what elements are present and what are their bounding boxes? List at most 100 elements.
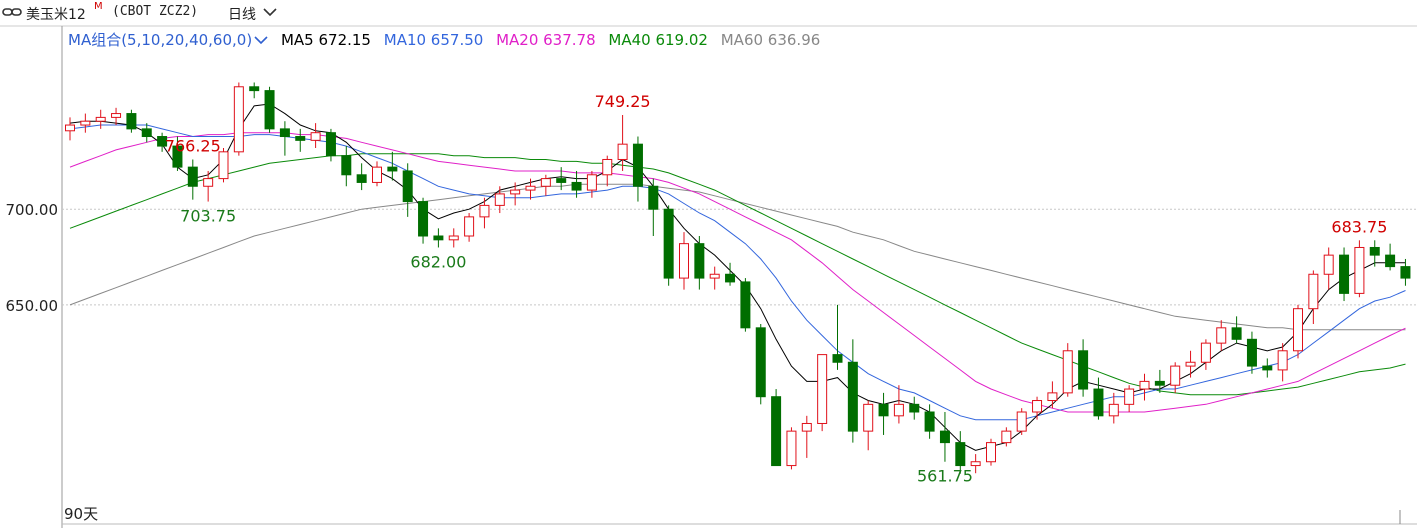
candle-body [1108, 403, 1119, 417]
ma20-line [69, 132, 1406, 413]
candle-body [924, 411, 935, 432]
candle-body [1078, 350, 1089, 390]
candle-up [801, 415, 812, 458]
candle-down [832, 304, 843, 370]
candle-body [1124, 388, 1135, 405]
candle-up [372, 161, 382, 187]
candle-body [356, 174, 367, 183]
candle-body [1139, 380, 1150, 390]
candle-body [325, 132, 336, 157]
candle-body [1185, 361, 1196, 367]
candle-down [771, 389, 782, 467]
candle-down [924, 404, 935, 439]
candle-body [1047, 392, 1058, 402]
candle-body [709, 273, 720, 279]
candle-body [1339, 254, 1350, 294]
candle-body [586, 174, 597, 191]
candle-up [1354, 240, 1365, 298]
candle-body [187, 166, 198, 187]
candle-body [1093, 388, 1104, 417]
candle-body [433, 235, 444, 241]
candle-up [95, 109, 106, 129]
candle-up [617, 115, 628, 171]
candle-body [448, 235, 459, 241]
candle-body [1400, 266, 1411, 279]
candle-body [740, 281, 751, 329]
candle-body [1262, 365, 1273, 371]
candle-body [725, 273, 736, 283]
candle-body [847, 361, 858, 432]
candle-up [1016, 408, 1027, 435]
candle-body [464, 216, 475, 237]
candle-up [679, 232, 689, 290]
candle-up [817, 354, 828, 432]
candle-body [479, 204, 490, 218]
candle-up [65, 117, 75, 141]
candle-body [418, 201, 429, 237]
candle-up [863, 400, 874, 451]
candle-body [1001, 430, 1012, 444]
price-annotation: 682.00 [410, 252, 466, 271]
candle-body [402, 170, 413, 203]
candle-body [264, 90, 275, 130]
candle-body [1293, 308, 1303, 352]
candle-down [295, 128, 306, 152]
candle-body [540, 178, 551, 187]
candle-down [433, 228, 444, 248]
candle-body [694, 243, 705, 279]
candlestick-chart[interactable]: 700.00 650.00 766.25 703.75 749.25 682.00 561… [0, 0, 1417, 528]
y-tick-label: 650.00 [6, 297, 59, 315]
candle-up [893, 385, 904, 424]
candle-down [694, 236, 705, 290]
candle-down [939, 412, 950, 462]
candle-body [1277, 350, 1288, 371]
candle-body [233, 86, 244, 153]
candle-body [387, 166, 398, 172]
candle-down [755, 324, 766, 405]
candle-body [525, 185, 536, 191]
candle-body [801, 422, 812, 432]
ma10-line [69, 124, 1406, 421]
candle-body [341, 155, 352, 176]
candle-body [878, 403, 889, 417]
candle-down [632, 136, 643, 202]
candle-up [1216, 320, 1227, 351]
candle-up [1308, 270, 1319, 324]
candle-up [479, 197, 490, 229]
candle-down [1385, 243, 1396, 271]
candle-up [80, 113, 91, 133]
ma60-line [69, 183, 1406, 331]
candle-down [648, 178, 659, 236]
candle-body [893, 403, 904, 417]
candle-body [602, 158, 613, 176]
visible-days-label: 90天 [64, 505, 99, 523]
candle-body [1062, 350, 1073, 394]
candle-body [632, 143, 643, 187]
candle-body [1354, 246, 1365, 294]
candle-body [970, 461, 981, 467]
candle-body [571, 181, 582, 191]
candle-down [1246, 331, 1257, 374]
candle-body [955, 442, 966, 467]
candle-up [986, 438, 996, 466]
candle-body [1231, 327, 1242, 340]
candle-down [1093, 377, 1104, 420]
candle-body [310, 132, 321, 141]
candle-body [679, 243, 689, 279]
y-tick-label: 700.00 [6, 201, 59, 219]
candle-body [203, 178, 214, 187]
candle-down [418, 197, 429, 244]
candle-body [617, 143, 628, 160]
candle-body [909, 403, 920, 413]
candle-body [65, 124, 75, 132]
candle-down [663, 205, 674, 286]
candle-body [556, 178, 567, 183]
candle-up [1185, 350, 1196, 378]
candle-body [1032, 400, 1043, 413]
candle-up [310, 123, 321, 148]
candle-down [725, 262, 736, 286]
candle-down [740, 278, 751, 332]
candle-up [586, 170, 597, 198]
candle-body [786, 430, 797, 467]
candle-down [387, 151, 398, 181]
